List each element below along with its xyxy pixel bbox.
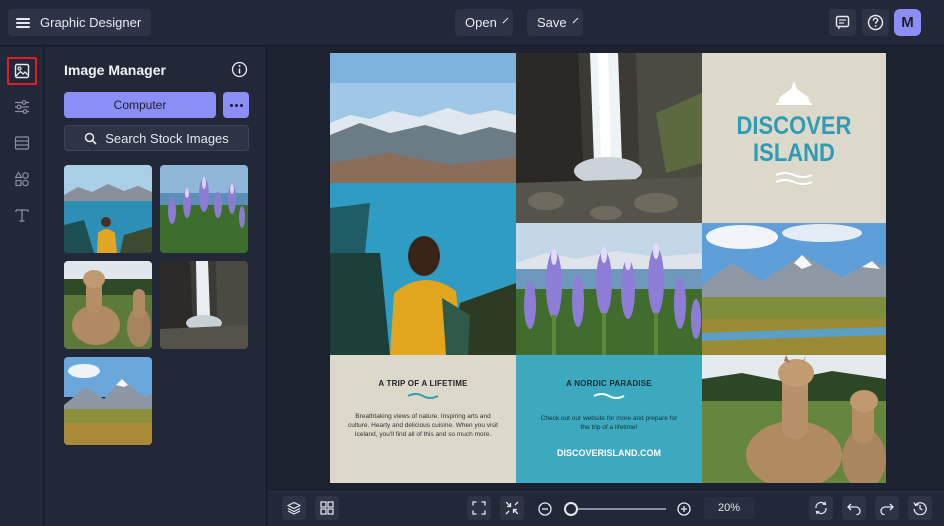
- app-title: Graphic Designer: [40, 15, 142, 30]
- info-icon[interactable]: [231, 61, 248, 78]
- hamburger-icon: [16, 17, 30, 28]
- app-menu-button[interactable]: Graphic Designer: [8, 9, 152, 36]
- computer-upload-button[interactable]: Computer: [64, 92, 216, 118]
- canvas-photo-lupines[interactable]: [516, 223, 702, 355]
- canvas-photo-mountain-valley[interactable]: [702, 223, 886, 355]
- design-canvas[interactable]: DISCOVER ISLAND A TRIP OF A LIFETIME Bre…: [330, 53, 886, 483]
- discover-title-line1: DISCOVER: [736, 112, 852, 140]
- undo-button[interactable]: [842, 496, 866, 520]
- undo-icon: [847, 503, 861, 515]
- chevron-down-icon: [572, 17, 578, 24]
- card2-url: DISCOVERISLAND.COM: [556, 448, 661, 458]
- feedback-button[interactable]: [829, 9, 856, 36]
- fit-to-screen-button[interactable]: [467, 496, 491, 520]
- grid-button[interactable]: [315, 496, 339, 520]
- sliders-icon: [15, 100, 29, 114]
- wave-divider-icon: [407, 393, 439, 399]
- workspace: DISCOVER ISLAND A TRIP OF A LIFETIME Bre…: [268, 47, 944, 489]
- more-icon: [229, 103, 233, 107]
- zoom-slider-track[interactable]: [568, 508, 666, 510]
- open-label: Open: [465, 15, 497, 30]
- canvas-card-trip-of-a-lifetime[interactable]: A TRIP OF A LIFETIME Breathtaking views …: [330, 355, 516, 483]
- image-manager-panel: Image Manager Computer Search Stock Imag…: [45, 47, 267, 526]
- shapes-icon: [14, 171, 29, 187]
- search-stock-images-button[interactable]: Search Stock Images: [64, 125, 249, 151]
- refresh-icon: [815, 501, 827, 515]
- image-icon: [14, 63, 30, 79]
- layout-icon: [14, 136, 30, 150]
- save-button[interactable]: Save: [527, 9, 583, 36]
- save-label: Save: [537, 15, 567, 30]
- zoom-level[interactable]: 20%: [704, 497, 754, 519]
- thumbnail-mountain-valley[interactable]: [64, 357, 152, 445]
- swap-button[interactable]: [809, 496, 833, 520]
- discover-title-line2: ISLAND: [753, 139, 835, 167]
- app-window: Graphic Designer Open Save M Image Manag…: [0, 0, 944, 526]
- thumbnail-lupines[interactable]: [160, 165, 248, 253]
- card1-body: Breathtaking views of nature. Inspiring …: [348, 413, 498, 438]
- help-icon: [867, 14, 884, 31]
- canvas-photo-waterfall[interactable]: [516, 53, 702, 223]
- canvas-card-nordic-paradise[interactable]: A NORDIC PARADISE Check out our website …: [516, 355, 702, 483]
- canvas-card-discover-island[interactable]: DISCOVER ISLAND: [702, 53, 886, 223]
- collapse-icon: [505, 501, 519, 515]
- layers-button[interactable]: [282, 496, 306, 520]
- more-options-button[interactable]: [223, 92, 249, 118]
- expand-icon: [472, 501, 486, 515]
- feedback-icon: [835, 15, 850, 29]
- top-bar: Graphic Designer Open Save M: [0, 0, 944, 46]
- thumbnail-lake-hiker[interactable]: [64, 165, 152, 253]
- rail-item-graphics[interactable]: [7, 165, 37, 193]
- rail-item-image-manager[interactable]: [7, 57, 37, 85]
- history-icon: [913, 502, 927, 515]
- collapse-button[interactable]: [500, 496, 524, 520]
- thumbnail-alpacas[interactable]: [64, 261, 152, 349]
- thumbnail-waterfall[interactable]: [160, 261, 248, 349]
- card1-title: A TRIP OF A LIFETIME: [378, 379, 468, 388]
- bottom-toolbar: 20%: [268, 489, 944, 526]
- panel-title: Image Manager: [64, 62, 166, 78]
- grid-icon: [320, 501, 334, 515]
- canvas-photo-lake-hiker[interactable]: [330, 53, 516, 355]
- help-button[interactable]: [862, 9, 889, 36]
- avatar[interactable]: M: [894, 9, 921, 36]
- card2-title: A NORDIC PARADISE: [566, 379, 652, 388]
- open-button[interactable]: Open: [455, 9, 513, 36]
- zoom-in-icon[interactable]: [677, 502, 691, 516]
- rail-item-text[interactable]: [7, 201, 37, 229]
- search-icon: [84, 132, 97, 145]
- canvas-photo-alpacas[interactable]: [702, 355, 886, 483]
- zoom-slider-handle[interactable]: [564, 502, 578, 516]
- redo-button[interactable]: [875, 496, 899, 520]
- tool-rail: [0, 47, 44, 526]
- zoom-out-icon[interactable]: [538, 502, 552, 516]
- rail-item-layouts[interactable]: [7, 129, 37, 157]
- search-stock-images-label: Search Stock Images: [105, 130, 229, 146]
- chevron-down-icon: [502, 17, 509, 24]
- card2-body: Check out our website for more and prepa…: [540, 415, 678, 431]
- wave-icon: [775, 172, 813, 185]
- layers-icon: [287, 501, 301, 515]
- rail-item-adjustments[interactable]: [7, 93, 37, 121]
- wave-divider-icon: [593, 393, 625, 399]
- history-button[interactable]: [908, 496, 932, 520]
- landmark-icon: [776, 81, 812, 105]
- redo-icon: [880, 503, 894, 515]
- text-icon: [15, 209, 29, 222]
